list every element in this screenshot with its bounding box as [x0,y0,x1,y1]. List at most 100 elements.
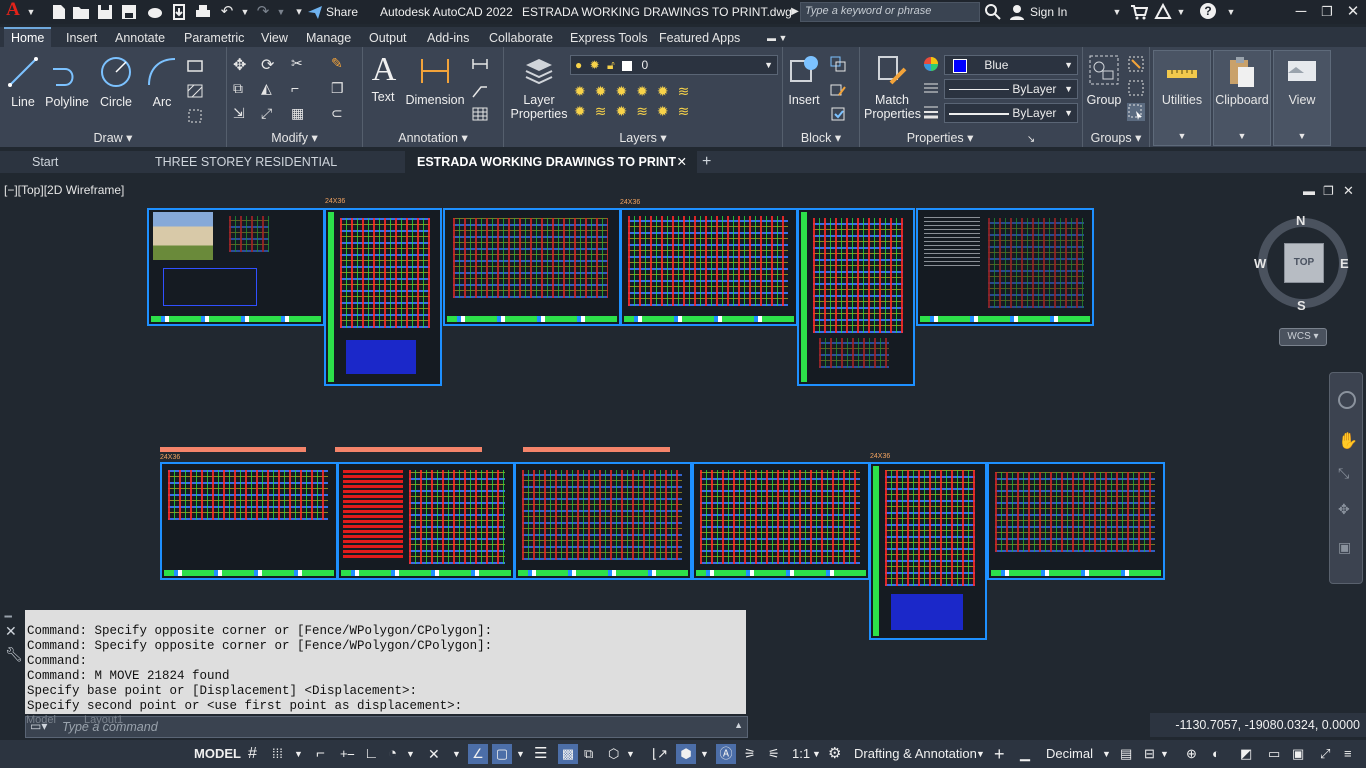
scale-icon[interactable]: ⤢ [261,105,279,123]
drawing-sheet[interactable] [869,462,987,640]
selection-cycling-icon[interactable]: ⧉ [584,744,593,764]
annotation-monitor-plus-icon[interactable]: + [994,744,1005,764]
copy-icon[interactable]: ⧉ [233,80,251,98]
polar-dropdown-icon[interactable]: ▼ [406,744,415,764]
rotate-icon[interactable]: ⟳ [261,55,279,74]
command-history-toggle-icon[interactable]: ▲ [734,720,743,730]
new-tab-plus-icon[interactable]: + [690,151,726,173]
lineweight-icon[interactable] [922,103,940,121]
annotation-scale-icon[interactable]: ⚟ [768,744,780,764]
viewport-close-icon[interactable]: ✕ [1343,183,1354,199]
infer-constraints-icon[interactable]: ⌐ [316,744,325,764]
trim-icon[interactable]: ✂ [291,55,309,73]
orbit-icon[interactable]: ✥ [1338,501,1350,518]
user-icon[interactable] [1008,3,1026,21]
fullscreen-icon[interactable]: ⤢ [1320,744,1330,764]
command-close-icon[interactable]: ✕ [5,623,17,640]
ungroup-icon[interactable] [1127,55,1145,73]
layer-dropdown[interactable]: ● ✹ 🔓︎ 0 ▼ [570,55,778,75]
linetype-icon[interactable] [922,79,940,97]
showmotion-icon[interactable]: ▣ [1338,539,1351,556]
graphics-performance-icon[interactable]: ◐ [1212,744,1220,764]
undo-dropdown-icon[interactable]: ▼ [236,3,254,21]
workspace-switch[interactable]: Drafting & Annotation [854,744,977,764]
close-icon[interactable]: ✕ [1344,3,1362,21]
coordinates-readout[interactable]: -1130.7057, -19080.0324, 0.0000 [1175,718,1360,732]
tab-start[interactable]: Start [20,151,154,173]
lineweight-display-icon[interactable]: ☰ [534,744,547,764]
command-customize-wrench-icon[interactable]: 🔧︎ [5,646,23,663]
filtering-dropdown-icon[interactable]: ▼ [700,744,709,764]
tab-insert[interactable]: Insert [59,29,104,47]
viewport-controls-label[interactable]: [−][Top][2D Wireframe] [4,183,124,197]
tab-parametric[interactable]: Parametric [177,29,251,47]
match-properties-button[interactable]: Match Properties [864,53,921,121]
clean-screen-icon[interactable]: ▭ [1268,744,1280,764]
hatch-icon[interactable] [186,82,204,100]
edit-block-icon[interactable] [829,81,847,99]
search-icon[interactable] [984,3,1002,21]
compass-north[interactable]: N [1296,213,1305,228]
transparency-icon[interactable]: ▩ [558,744,578,764]
save-as-icon[interactable] [120,3,138,21]
array-icon[interactable]: ▦ [291,105,309,123]
color-wheel-icon[interactable] [922,55,940,73]
cart-icon[interactable] [1130,3,1148,21]
tab-output[interactable]: Output [362,29,414,47]
object-snap-tracking-icon[interactable]: ∠ [468,744,488,764]
group-edit-icon[interactable] [1127,79,1145,97]
boundary-icon[interactable] [186,107,204,125]
move-icon[interactable]: ✥ [233,55,251,74]
zoom-extents-icon[interactable]: ⤡ [1338,465,1349,482]
grid-icon[interactable]: # [248,744,257,764]
isolate-objects-icon[interactable]: ⊕ [1186,744,1197,764]
customization-icon[interactable]: ▣ [1292,744,1304,764]
compass-south[interactable]: S [1297,298,1306,313]
annotation-panel-title[interactable]: Annotation ▾ [363,130,503,145]
drawing-sheet[interactable] [324,208,442,386]
rectangle-icon[interactable] [186,57,204,75]
groups-panel-title[interactable]: Groups ▾ [1083,130,1149,145]
help-dropdown-icon[interactable]: ▼ [1222,3,1240,21]
layer-tools-icons[interactable]: ✹✹✹✹✹≋ ✹≋✹≋✹≋ [574,81,694,121]
drawing-sheet[interactable] [443,208,621,326]
leader-icon[interactable] [471,81,489,99]
share-button[interactable]: Share [326,5,358,19]
lineweight-dropdown[interactable]: ByLayer ▼ [944,103,1078,123]
drawing-sheet[interactable] [916,208,1094,326]
minimize-icon[interactable]: ─ [1292,3,1310,21]
app-menu-chevron-icon[interactable]: ▼ [22,3,40,21]
object-snap-dropdown-icon[interactable]: ▼ [516,744,525,764]
model-layout-tab[interactable]: Model [26,714,56,726]
dynamic-input-icon[interactable]: +⎯ [340,744,354,764]
cloud-open-icon[interactable] [146,3,164,21]
redo-dropdown-icon[interactable]: ▼ [272,3,290,21]
annotation-scale-value[interactable]: 1:1 [792,744,810,764]
autocad-logo-icon[interactable]: A [4,0,22,19]
tab-three-storey-file[interactable]: THREE STOREY RESIDENTIAL APARTMENT* ✕ [143,151,407,191]
insert-block-button[interactable]: Insert [785,53,823,107]
create-block-icon[interactable] [829,55,847,73]
3d-object-snap-icon[interactable]: ⬡ [608,744,619,764]
polyline-button[interactable]: Polyline [42,55,92,109]
text-button[interactable]: A Text [367,53,399,105]
stretch-icon[interactable]: ⇲ [233,105,251,123]
table-icon[interactable] [471,105,489,123]
cloud-save-icon[interactable] [170,3,188,21]
drawing-sheet[interactable] [337,462,515,580]
modify-panel-title[interactable]: Modify ▾ [227,130,362,145]
circle-button[interactable]: Circle [96,55,136,109]
search-input[interactable] [801,3,979,19]
autodesk-app-store-icon[interactable] [1154,3,1172,21]
edit-attributes-icon[interactable] [829,105,847,123]
tab-home[interactable]: Home [4,27,52,47]
annotation-visibility-icon[interactable]: Ⓐ [716,744,736,764]
isodraft-icon[interactable]: ✕ [428,744,440,764]
lock-ui-icon[interactable]: ⊟ [1144,744,1155,764]
search-box[interactable] [800,2,980,22]
share-icon[interactable] [306,3,324,21]
lock-ui-dropdown-icon[interactable]: ▼ [1160,744,1169,764]
utilities-panel[interactable]: Utilities ▼ [1153,50,1211,146]
undo-icon[interactable]: ↶ [218,3,236,21]
drawing-sheet[interactable] [514,462,692,580]
